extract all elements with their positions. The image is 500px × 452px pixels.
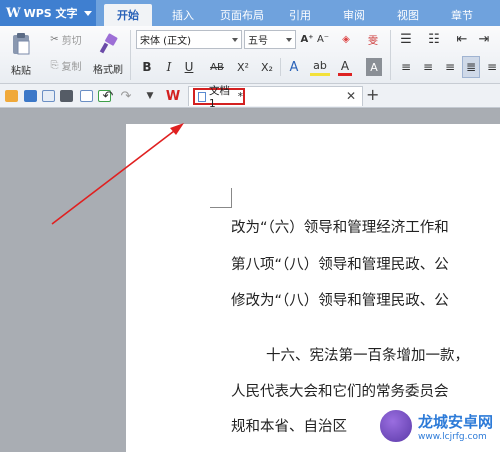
watermark-url: www.lcjrfg.com — [418, 431, 487, 442]
watermark-logo-icon — [378, 408, 414, 444]
annotation-arrow — [51, 123, 184, 225]
watermark-brand: 龙城安卓网 — [418, 412, 494, 431]
site-watermark: 龙城安卓网 www.lcjrfg.com — [378, 408, 493, 444]
